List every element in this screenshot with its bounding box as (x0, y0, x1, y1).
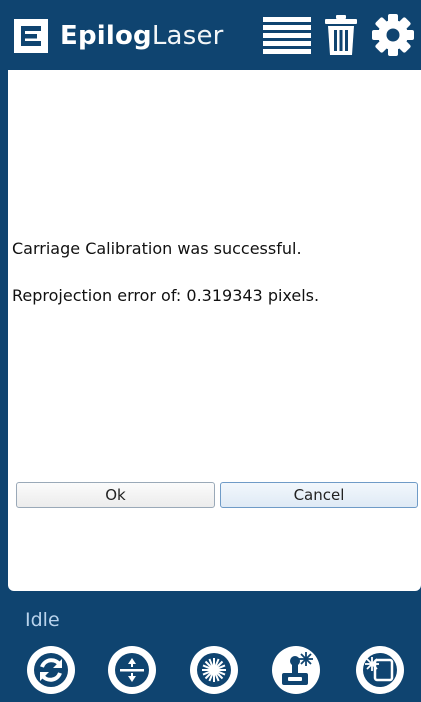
frame-laser-button[interactable] (356, 646, 404, 694)
brand-logo: EpilogLaser (14, 18, 224, 54)
focus-icon (115, 653, 149, 687)
brand-name-light: Laser (151, 21, 224, 51)
machine-status: Idle (25, 609, 60, 631)
dialog-panel: Carriage Calibration was successful. Rep… (8, 70, 421, 591)
brand-name: EpilogLaser (60, 19, 224, 53)
joystick-laser-button[interactable] (272, 646, 320, 694)
bottom-toolbar (0, 640, 421, 702)
refresh-icon (34, 653, 68, 687)
trash-icon[interactable] (325, 15, 357, 55)
ok-button[interactable]: Ok (16, 482, 215, 508)
frame-laser-icon (363, 653, 397, 687)
laser-fire-icon (197, 653, 231, 687)
cancel-button[interactable]: Cancel (220, 482, 418, 508)
refresh-button[interactable] (27, 646, 75, 694)
job-queue-icon[interactable] (263, 15, 311, 55)
calibration-message: Carriage Calibration was successful. (12, 239, 302, 258)
brand-name-bold: Epilog (60, 21, 152, 51)
focus-button[interactable] (108, 646, 156, 694)
epilog-logo-icon (14, 19, 48, 53)
laser-fire-button[interactable] (190, 646, 238, 694)
reprojection-error-message: Reprojection error of: 0.319343 pixels. (12, 286, 320, 305)
settings-gear-icon[interactable] (372, 14, 414, 56)
header-bar: EpilogLaser (0, 0, 421, 70)
joystick-laser-icon (282, 652, 313, 685)
